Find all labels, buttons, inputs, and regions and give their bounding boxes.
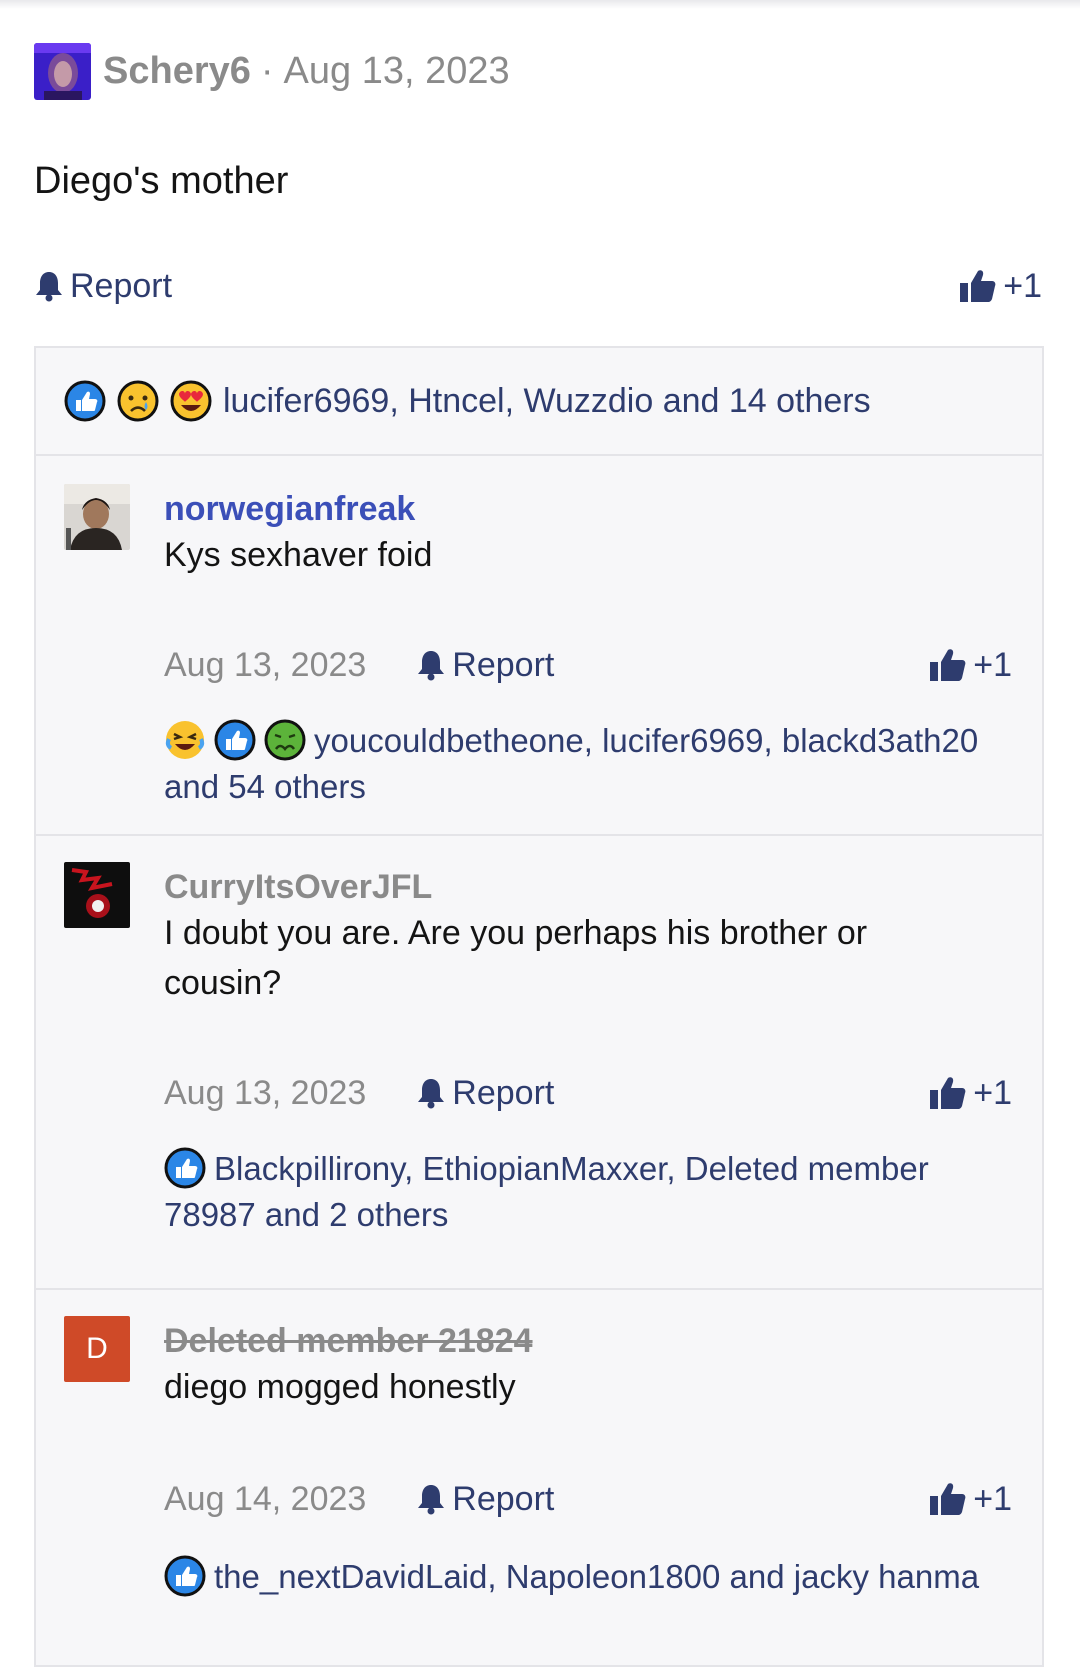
report-button[interactable]: Report (416, 646, 554, 685)
like-count: +1 (973, 1479, 1012, 1518)
sick-reaction-icon (264, 719, 306, 761)
post-header: Schery6 · Aug 13, 2023 (34, 42, 510, 100)
like-count: +1 (1003, 266, 1042, 305)
comment-author: Deleted member 21824 (164, 1322, 533, 1360)
bell-icon (36, 272, 62, 302)
top-divider (0, 0, 1080, 9)
post-reactions-text: lucifer6969, Htncel, Wuzzdio and 14 othe… (223, 381, 871, 420)
commenter-avatar[interactable] (64, 862, 130, 928)
post-body: Diego's mother (34, 160, 289, 202)
report-label: Report (70, 266, 173, 305)
separator-dot: · (260, 49, 274, 92)
author-avatar[interactable] (34, 42, 91, 100)
sad-reaction-icon (117, 380, 159, 422)
like-reaction-icon (64, 380, 106, 422)
comment-author[interactable]: CurryItsOverJFL (164, 868, 432, 907)
commenter-avatar[interactable]: D (64, 1316, 130, 1382)
thumbs-up-icon (930, 649, 966, 681)
comment-text: diego mogged honestly (164, 1368, 516, 1406)
report-button[interactable]: Report (34, 267, 172, 306)
comment-item: CurryItsOverJFL I doubt you are. Are you… (36, 836, 1042, 1290)
like-count: +1 (973, 1073, 1012, 1112)
comment-actions: Aug 13, 2023 Report +1 (164, 1068, 1012, 1118)
like-button[interactable]: +1 (929, 1074, 1012, 1113)
love-reaction-icon (170, 380, 212, 422)
comment-reactions[interactable]: Blackpillirony, EthiopianMaxxer, Deleted… (164, 1146, 984, 1238)
report-button[interactable]: Report (416, 1074, 554, 1113)
comment-date[interactable]: Aug 14, 2023 (164, 1480, 366, 1519)
laugh-reaction-icon (165, 721, 205, 760)
post-actions: Report +1 (34, 260, 1042, 312)
post-date[interactable]: Aug 13, 2023 (284, 50, 510, 93)
report-label: Report (452, 1479, 555, 1518)
like-reaction-icon (164, 1147, 206, 1189)
post-author[interactable]: Schery6 (103, 50, 251, 93)
post-reactions[interactable]: lucifer6969, Htncel, Wuzzdio and 14 othe… (36, 348, 1042, 456)
report-button[interactable]: Report (416, 1480, 554, 1519)
commenter-avatar[interactable] (64, 484, 130, 550)
comment-author[interactable]: norwegianfreak (164, 490, 415, 529)
comment-item: norwegianfreak Kys sexhaver foid Aug 13,… (36, 456, 1042, 836)
bell-icon (418, 651, 445, 681)
thumbs-up-icon (930, 1077, 966, 1109)
comment-reactions[interactable]: youcouldbetheone, lucifer6969, blackd3at… (164, 718, 984, 810)
replies-container: lucifer6969, Htncel, Wuzzdio and 14 othe… (34, 346, 1044, 1667)
comment-text: I doubt you are. Are you perhaps his bro… (164, 914, 868, 1002)
like-reaction-icon (214, 719, 256, 761)
comment-reactions-text: the_nextDavidLaid, Napoleon1800 and jack… (214, 1558, 980, 1595)
like-button[interactable]: +1 (929, 1480, 1012, 1519)
bell-icon (418, 1079, 445, 1109)
like-button[interactable]: +1 (929, 646, 1012, 685)
report-label: Report (452, 645, 555, 684)
comment-reactions[interactable]: the_nextDavidLaid, Napoleon1800 and jack… (164, 1554, 984, 1600)
comment-actions: Aug 14, 2023 Report +1 (164, 1474, 1012, 1524)
thumbs-up-icon (930, 1483, 966, 1515)
avatar-letter: D (86, 1332, 108, 1365)
comment-text: Kys sexhaver foid (164, 536, 433, 574)
thumbs-up-icon (960, 270, 996, 302)
comment-date[interactable]: Aug 13, 2023 (164, 1074, 366, 1113)
like-button[interactable]: +1 (959, 267, 1042, 306)
like-reaction-icon (164, 1555, 206, 1597)
comment-actions: Aug 13, 2023 Report +1 (164, 640, 1012, 690)
like-count: +1 (973, 645, 1012, 684)
comment-date[interactable]: Aug 13, 2023 (164, 646, 366, 685)
comment-item: D Deleted member 21824 diego mogged hone… (36, 1290, 1042, 1650)
comment-reactions-text: Blackpillirony, EthiopianMaxxer, Deleted… (164, 1150, 929, 1234)
bell-icon (418, 1485, 445, 1515)
report-label: Report (452, 1073, 555, 1112)
